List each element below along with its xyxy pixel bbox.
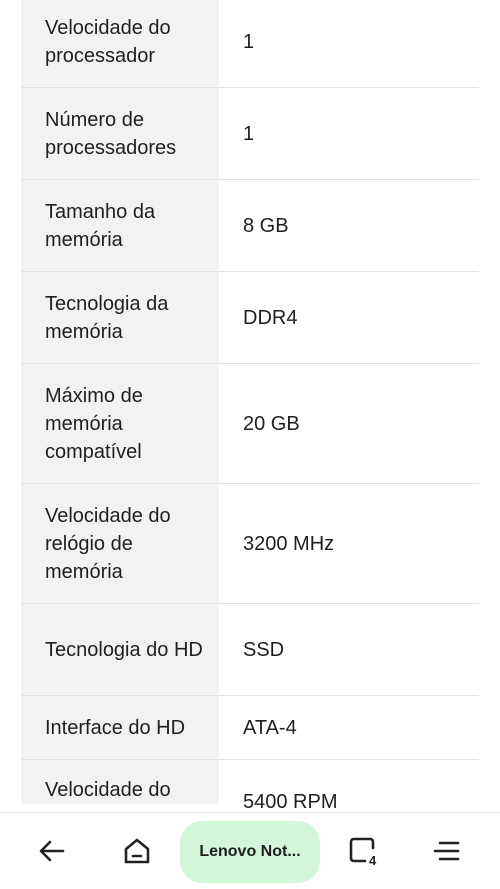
spec-label: Tecnologia da memória [21, 272, 219, 363]
product-spec-content: Velocidade do processador 1 Número de pr… [0, 0, 500, 812]
spec-label: Velocidade do [21, 760, 219, 804]
tabs-button[interactable]: 4 [338, 827, 386, 875]
spec-label: Velocidade do relógio de memória [21, 484, 219, 603]
home-button[interactable] [113, 827, 161, 875]
table-row: Número de processadores 1 [21, 88, 479, 180]
home-icon [124, 838, 150, 864]
spec-value: ATA-4 [243, 716, 297, 739]
spec-label: Número de processadores [21, 88, 219, 179]
back-arrow-icon [39, 840, 65, 862]
spec-value: SSD [243, 638, 285, 661]
spec-label: Velocidade do processador [21, 0, 219, 87]
spec-label: Tamanho da memória [21, 180, 219, 271]
spec-value: 8 GB [243, 214, 289, 237]
spec-table: Velocidade do processador 1 Número de pr… [21, 0, 479, 812]
spec-label: Tecnologia do HD [21, 604, 219, 695]
spec-label: Interface do HD [21, 696, 219, 759]
spec-value: 1 [243, 122, 255, 145]
tabs-icon: 4 [349, 837, 377, 868]
table-row: Tamanho da memória 8 GB [21, 180, 479, 272]
table-row: Velocidade do processador 1 [21, 0, 479, 88]
table-row: Máximo de memória compatível 20 GB [21, 364, 479, 484]
table-row: Interface do HD ATA-4 [21, 696, 479, 760]
table-row: Velocidade do relógio de memória 3200 MH… [21, 484, 479, 604]
browser-bottom-toolbar: Lenovo Not... 4 [0, 812, 500, 889]
spec-value: 3200 MHz [243, 532, 335, 555]
tab-count: 4 [369, 853, 377, 868]
back-button[interactable] [28, 827, 76, 875]
current-tab-pill[interactable]: Lenovo Not... [180, 821, 320, 883]
spec-value: DDR4 [243, 306, 298, 329]
table-row: Tecnologia do HD SSD [21, 604, 479, 696]
spec-value: 1 [243, 30, 255, 53]
menu-button[interactable] [422, 827, 470, 875]
tab-title: Lenovo Not... [199, 843, 301, 860]
table-row: Velocidade do 5400 RPM [21, 760, 479, 812]
spec-value: 5400 RPM [243, 791, 338, 812]
menu-icon [433, 841, 460, 861]
spec-label: Máximo de memória compatível [21, 364, 219, 483]
table-row: Tecnologia da memória DDR4 [21, 272, 479, 364]
spec-value: 20 GB [243, 412, 300, 435]
